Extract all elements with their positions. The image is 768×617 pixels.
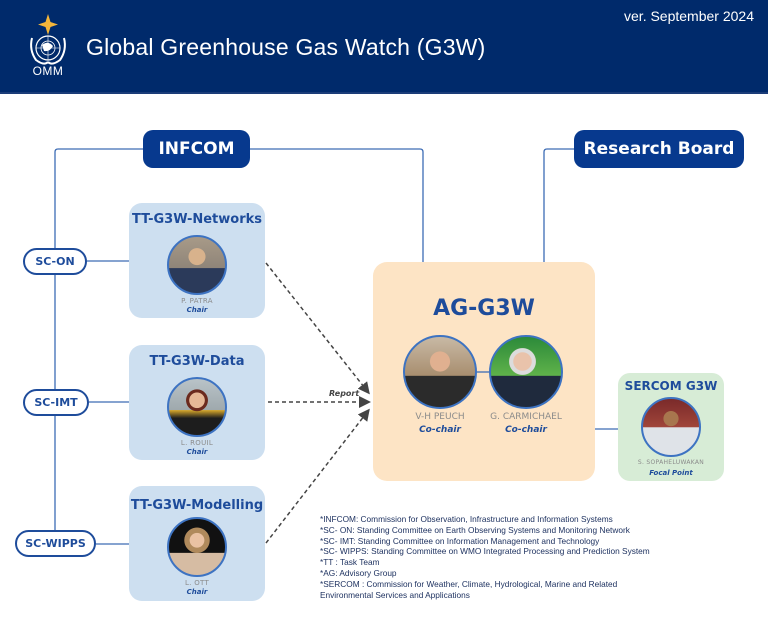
person-role: Chair <box>186 448 208 456</box>
sercom-g3w-title: SERCOM G3W <box>624 379 718 393</box>
sc-on-node: SC-ON <box>23 248 87 275</box>
infcom-left-connector <box>54 148 143 530</box>
person-role: Chair <box>186 588 208 596</box>
person-name: G. CARMICHAEL <box>490 412 562 422</box>
person-role: Chair <box>186 306 208 314</box>
legend-line: *INFCOM: Commission for Observation, Inf… <box>320 514 613 524</box>
tt-networks-box: TT-G3W-Networks P. PATRA Chair <box>129 203 265 318</box>
abbreviation-legend: *INFCOM: Commission for Observation, Inf… <box>320 514 760 600</box>
tt-modelling-title: TT-G3W-Modelling <box>130 498 264 513</box>
ag-g3w-box: AG-G3W V-H PEUCH Co-chair G. CARMICHAEL … <box>373 262 595 481</box>
sc-imt-node: SC-IMT <box>23 389 89 416</box>
avatar-carmichael <box>489 335 563 409</box>
person-name: P. PATRA <box>181 297 213 305</box>
legend-line: *TT : Task Team <box>320 557 380 568</box>
research-board-node: Research Board <box>574 130 744 168</box>
sercom-g3w-box: SERCOM G3W S. SOPAHELUWAKAN Focal Point <box>618 373 724 481</box>
person-role: Focal Point <box>649 469 693 477</box>
report-arrow-networks <box>265 262 370 395</box>
person-name: V-H PEUCH <box>415 412 465 422</box>
person-role: Co-chair <box>505 425 547 435</box>
person-role: Co-chair <box>419 425 461 435</box>
ag-g3w-title: AG-G3W <box>433 296 535 321</box>
person-name: S. SOPAHELUWAKAN <box>637 459 705 466</box>
report-label: Report <box>329 389 360 398</box>
tt-data-box: TT-G3W-Data L. ROUIL Chair <box>129 345 265 460</box>
tt-data-title: TT-G3W-Data <box>149 354 245 369</box>
avatar-sopaheluwakan <box>641 397 701 457</box>
infcom-ag-connector <box>250 148 424 262</box>
sc-wipps-node: SC-WIPPS <box>15 530 96 557</box>
legend-line: *AG: Advisory Group <box>320 567 397 578</box>
rb-ag-connector <box>543 148 574 262</box>
tt-networks-title: TT-G3W-Networks <box>131 212 263 227</box>
legend-line: *SC- IMT: Standing Committee on Informat… <box>320 535 600 546</box>
avatar-patra <box>167 235 227 295</box>
tt-modelling-box: TT-G3W-Modelling L. OTT Chair <box>129 486 265 601</box>
avatar-rouil <box>167 377 227 437</box>
person-name: L. OTT <box>184 579 210 587</box>
infcom-node: INFCOM <box>143 130 250 168</box>
legend-line: Environmental Services and Applications <box>320 589 470 600</box>
legend-line: *SC- WIPPS: Standing Committee on WMO In… <box>320 546 650 557</box>
legend-line: *SERCOM : Commission for Weather, Climat… <box>320 578 618 589</box>
avatar-peuch <box>403 335 477 409</box>
person-name: L. ROUIL <box>180 439 214 447</box>
avatar-ott <box>167 517 227 577</box>
legend-line: *SC- ON: Standing Committee on Earth Obs… <box>320 524 630 535</box>
